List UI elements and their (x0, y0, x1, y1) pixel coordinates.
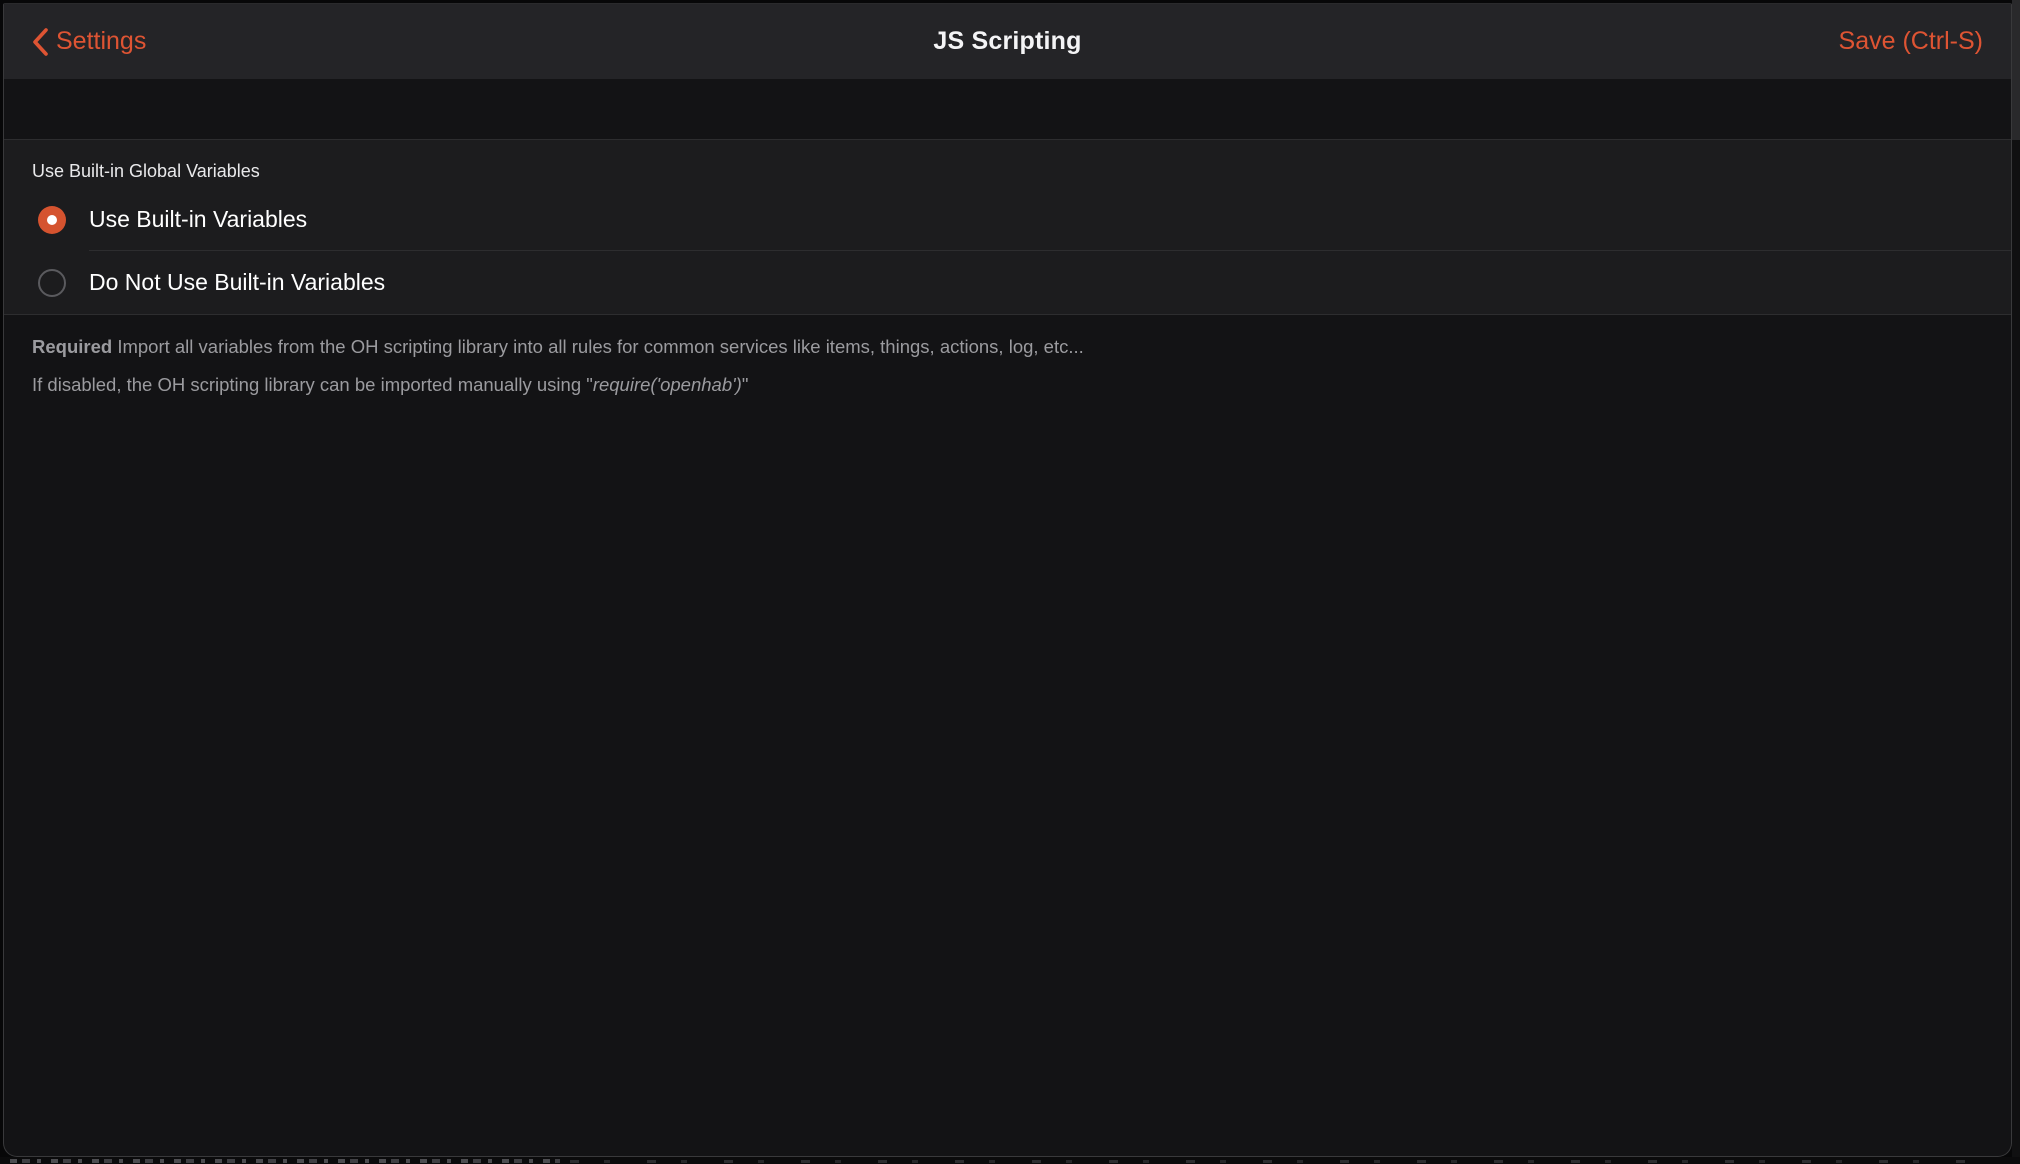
radio-option-label: Do Not Use Built-in Variables (89, 269, 385, 296)
radio-option-use-builtin-variables[interactable]: Use Built-in Variables (4, 188, 2011, 251)
radio-unselected-icon[interactable] (38, 269, 66, 297)
clipped-text-fragment (10, 1159, 560, 1163)
required-badge-text: Required (32, 336, 112, 357)
clipped-text-fragment (570, 1160, 1970, 1163)
background-window-right-edge-top (2012, 0, 2020, 140)
radio-option-do-not-use-builtin-variables[interactable]: Do Not Use Built-in Variables (4, 251, 2011, 314)
save-button[interactable]: Save (Ctrl-S) (1839, 27, 1983, 56)
back-button-label: Settings (56, 27, 146, 56)
setting-description-line2: If disabled, the OH scripting library ca… (32, 366, 1951, 404)
radio-option-label: Use Built-in Variables (89, 206, 307, 233)
background-window-right-edge (2012, 0, 2020, 1164)
screen: Settings JS Scripting Save (Ctrl-S) Use … (0, 0, 2020, 1164)
content-spacer (4, 79, 2011, 139)
setting-description-line1: Required Import all variables from the O… (32, 328, 1951, 366)
radio-group-label: Use Built-in Global Variables (4, 140, 2011, 188)
setting-description-line1-text: Import all variables from the OH scripti… (112, 336, 1084, 357)
radio-group-card: Use Built-in Global Variables Use Built-… (4, 139, 2011, 315)
chevron-left-icon (32, 27, 49, 57)
back-button[interactable]: Settings (32, 27, 146, 57)
navbar: Settings JS Scripting Save (Ctrl-S) (4, 4, 2011, 79)
js-scripting-settings-dialog: Settings JS Scripting Save (Ctrl-S) Use … (3, 3, 2012, 1157)
background-window-clipped-text (0, 1157, 2020, 1164)
setting-description: Required Import all variables from the O… (4, 328, 2011, 404)
radio-selected-icon[interactable] (38, 206, 66, 234)
code-snippet: require('openhab') (593, 374, 742, 395)
page-title: JS Scripting (4, 27, 2011, 56)
closing-quote: " (742, 374, 749, 395)
setting-description-line2-text: If disabled, the OH scripting library ca… (32, 374, 593, 395)
